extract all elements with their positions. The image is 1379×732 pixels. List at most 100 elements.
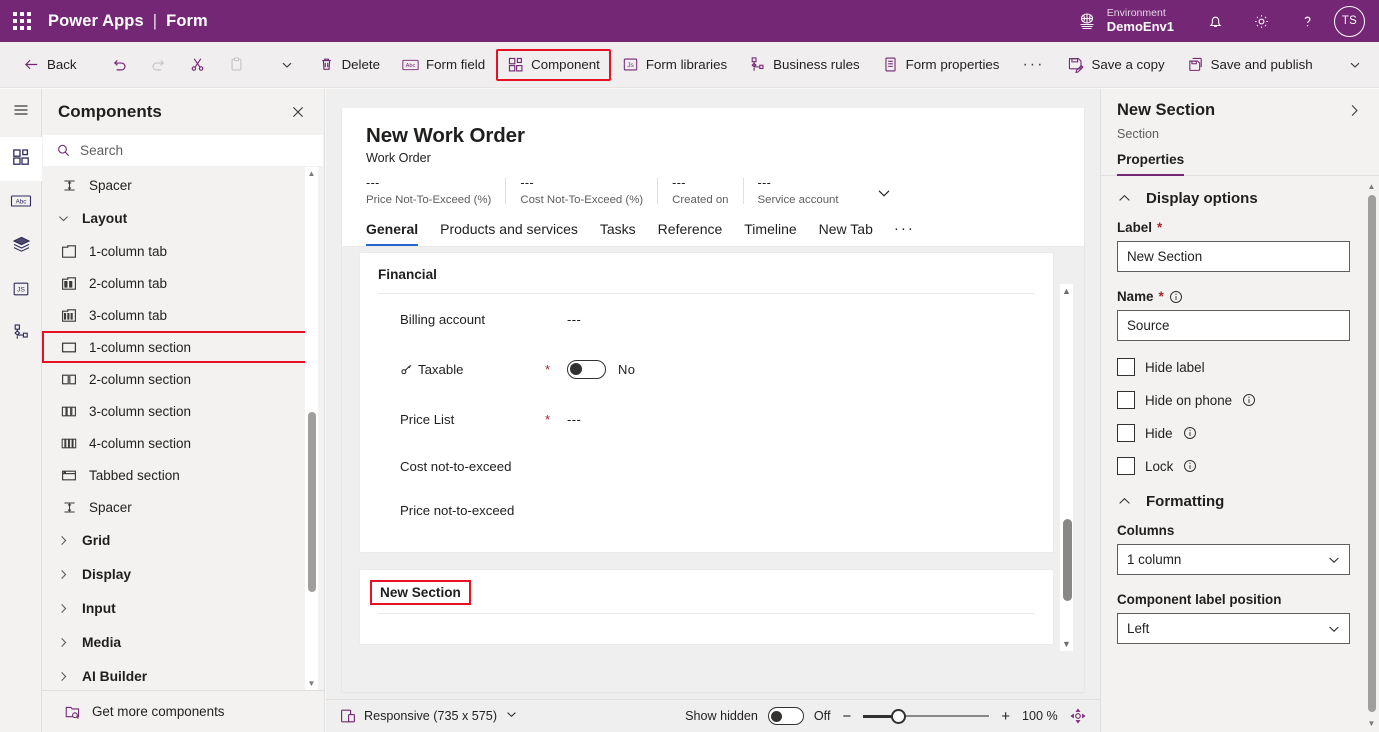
list-item-3-column-section[interactable]: 3-column section xyxy=(42,395,316,427)
checkbox-box[interactable] xyxy=(1117,424,1135,442)
zoom-slider[interactable] xyxy=(863,708,990,724)
group-layout[interactable]: Layout xyxy=(42,201,324,235)
accordion-display-options[interactable]: Display options xyxy=(1117,190,1361,207)
group-media[interactable]: Media xyxy=(42,625,324,659)
zoom-in-button[interactable]: + xyxy=(999,708,1012,725)
group-display[interactable]: Display xyxy=(42,557,324,591)
rail-item-js-libraries[interactable]: JS xyxy=(0,269,42,313)
chevron-right-icon[interactable] xyxy=(1344,100,1365,121)
show-hidden-toggle[interactable] xyxy=(767,707,804,725)
header-field[interactable]: --- Created on xyxy=(657,176,742,206)
checkbox-hide[interactable]: Hide xyxy=(1117,424,1361,442)
undo-button[interactable] xyxy=(100,49,139,81)
save-and-publish-button[interactable]: Save and publish xyxy=(1176,49,1324,81)
list-item-1-column-tab[interactable]: 1-column tab xyxy=(42,235,316,267)
cut-button[interactable] xyxy=(178,49,217,81)
checkbox-box[interactable] xyxy=(1117,358,1135,376)
redo-button[interactable] xyxy=(139,49,178,81)
delete-button[interactable]: Delete xyxy=(307,49,391,81)
form-row[interactable]: Price List * --- xyxy=(378,394,1035,444)
chevron-down-icon[interactable] xyxy=(505,708,518,724)
chevron-down-icon[interactable] xyxy=(853,184,893,206)
section-financial[interactable]: Financial Billing account --- Taxable * … xyxy=(359,252,1054,553)
back-button[interactable]: Back xyxy=(12,49,88,81)
hamburger-menu-icon[interactable] xyxy=(0,89,42,131)
save-a-copy-button[interactable]: Save a copy xyxy=(1056,49,1175,81)
checkbox-lock[interactable]: Lock xyxy=(1117,457,1361,475)
properties-scrollbar[interactable]: ▲ ▼ xyxy=(1365,180,1378,730)
scroll-up-arrow-icon[interactable]: ▲ xyxy=(1365,180,1378,193)
waffle-grid-icon[interactable] xyxy=(0,0,44,42)
scroll-down-arrow-icon[interactable]: ▼ xyxy=(1060,637,1073,651)
scroll-down-arrow-icon[interactable]: ▼ xyxy=(305,677,318,690)
environment-selector[interactable]: Environment DemoEnv1 xyxy=(1077,7,1192,34)
form-libraries-button[interactable]: Js Form libraries xyxy=(611,49,738,81)
get-more-components-button[interactable]: Get more components xyxy=(42,690,324,732)
scroll-down-arrow-icon[interactable]: ▼ xyxy=(1365,717,1378,730)
checkbox-hide-on-phone[interactable]: Hide on phone xyxy=(1117,391,1361,409)
tab-products-and-services[interactable]: Products and services xyxy=(429,221,589,246)
form-field-button[interactable]: Abc Form field xyxy=(391,49,496,81)
list-item-tabbed-section[interactable]: Tabbed section xyxy=(42,459,316,491)
section-title-highlighted[interactable]: New Section xyxy=(370,580,471,605)
rail-item-form-fields[interactable]: Abc xyxy=(0,181,42,225)
header-field[interactable]: --- Service account xyxy=(742,176,853,206)
accordion-formatting[interactable]: Formatting xyxy=(1117,493,1361,510)
tab-new-tab[interactable]: New Tab xyxy=(808,221,884,246)
info-icon[interactable] xyxy=(1183,426,1197,440)
slider-handle[interactable] xyxy=(891,708,907,724)
checkbox-hide-label[interactable]: Hide label xyxy=(1117,358,1361,376)
list-item-2-column-tab[interactable]: 2-column tab xyxy=(42,267,316,299)
name-input[interactable] xyxy=(1117,310,1350,341)
list-item-2-column-section[interactable]: 2-column section xyxy=(42,363,316,395)
scrollbar-thumb[interactable] xyxy=(1063,519,1072,601)
list-item-3-column-tab[interactable]: 3-column tab xyxy=(42,299,316,331)
fit-to-screen-icon[interactable] xyxy=(1070,708,1086,724)
checkbox-box[interactable] xyxy=(1117,391,1135,409)
form-row[interactable]: Cost not-to-exceed xyxy=(378,444,1035,488)
list-item-4-column-section[interactable]: 4-column section xyxy=(42,427,316,459)
form-row[interactable]: Price not-to-exceed xyxy=(378,488,1035,532)
components-list-scrollbar[interactable]: ▲ ▼ xyxy=(305,167,318,690)
business-rules-button[interactable]: Business rules xyxy=(738,49,870,81)
scroll-up-arrow-icon[interactable]: ▲ xyxy=(305,167,318,180)
tab-properties[interactable]: Properties xyxy=(1117,152,1185,176)
scrollbar-thumb[interactable] xyxy=(1367,195,1376,712)
info-icon[interactable] xyxy=(1169,290,1183,304)
scrollbar-thumb[interactable] xyxy=(307,412,316,592)
device-selector[interactable]: Responsive (735 x 575) xyxy=(340,708,518,724)
rail-item-components[interactable] xyxy=(0,137,42,181)
checkbox-box[interactable] xyxy=(1117,457,1135,475)
list-item-spacer[interactable]: Spacer xyxy=(42,169,316,201)
component-button[interactable]: Component xyxy=(496,48,611,81)
zoom-out-button[interactable]: − xyxy=(840,708,853,725)
tab-reference[interactable]: Reference xyxy=(647,221,734,246)
info-icon[interactable] xyxy=(1242,393,1256,407)
gear-icon[interactable] xyxy=(1238,0,1284,42)
paste-button[interactable] xyxy=(217,49,256,81)
header-field[interactable]: --- Price Not-To-Exceed (%) xyxy=(366,176,505,206)
avatar[interactable]: TS xyxy=(1334,5,1365,37)
search-input[interactable] xyxy=(80,143,313,158)
list-item-spacer-2[interactable]: Spacer xyxy=(42,491,316,523)
command-overflow-button[interactable]: ··· xyxy=(1010,56,1056,74)
form-properties-button[interactable]: Form properties xyxy=(871,49,1011,81)
tab-general[interactable]: General xyxy=(366,221,429,246)
canvas-scrollbar[interactable]: ▲ ▼ xyxy=(1059,283,1074,652)
save-options-chevron[interactable] xyxy=(1336,49,1375,81)
tab-tasks[interactable]: Tasks xyxy=(589,221,647,246)
bell-icon[interactable] xyxy=(1192,0,1238,42)
label-input[interactable] xyxy=(1117,241,1350,272)
group-ai-builder[interactable]: AI Builder xyxy=(42,659,324,690)
rail-item-business-rules[interactable] xyxy=(0,313,42,357)
group-input[interactable]: Input xyxy=(42,591,324,625)
group-grid[interactable]: Grid xyxy=(42,523,324,557)
label-position-select[interactable]: Left xyxy=(1117,613,1350,644)
scroll-up-arrow-icon[interactable]: ▲ xyxy=(1060,284,1073,298)
list-item-1-column-section[interactable]: 1-column section xyxy=(42,331,316,363)
header-field[interactable]: --- Cost Not-To-Exceed (%) xyxy=(505,176,657,206)
search-box[interactable] xyxy=(42,134,324,167)
form-row[interactable]: Taxable * No xyxy=(378,344,1035,394)
taxable-toggle[interactable] xyxy=(567,359,606,379)
rail-item-layers[interactable] xyxy=(0,225,42,269)
